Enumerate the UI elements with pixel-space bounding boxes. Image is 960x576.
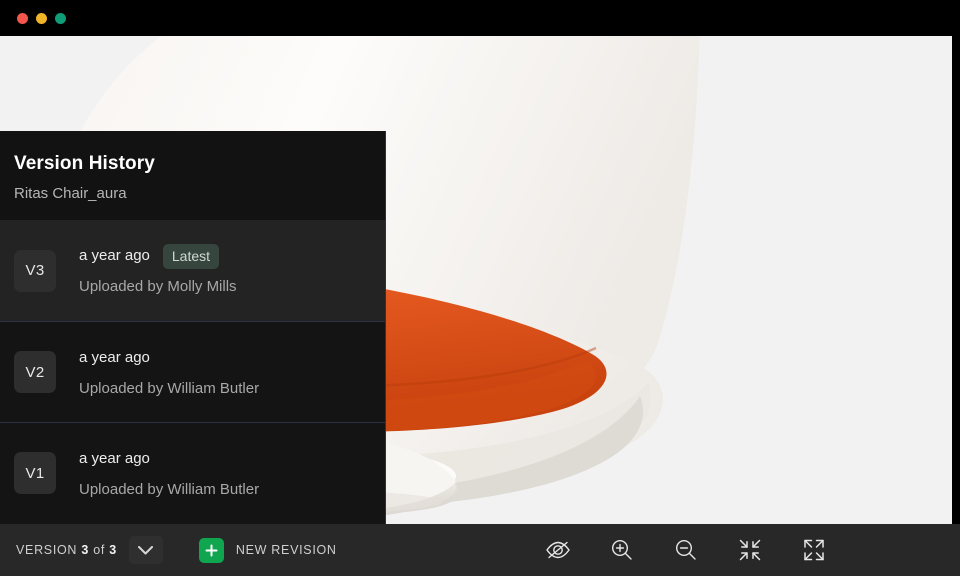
plus-icon [205, 544, 218, 556]
chevron-down-icon [138, 545, 154, 554]
page-title: Version History [14, 153, 155, 174]
version-badge: V3 [14, 249, 56, 292]
version-uploader: Uploaded by William Butler [79, 379, 260, 397]
version-meta-row: a year ago [79, 346, 259, 370]
version-badge: V2 [14, 351, 56, 393]
version-uploader: Uploaded by Molly Mills [79, 278, 237, 295]
version-list: V3 a year ago Latest Uploaded by Molly M… [0, 220, 385, 523]
version-timestamp: a year ago [79, 247, 150, 264]
version-uploader: Uploaded by William Butler [79, 480, 260, 498]
fit-button[interactable] [732, 534, 768, 566]
panel-header: Version History Ritas Chair_aura [0, 131, 385, 220]
version-timestamp: a year ago [79, 449, 150, 467]
version-info: a year ago Latest Uploaded by Molly Mill… [79, 243, 237, 297]
window-titlebar [0, 0, 960, 36]
zoom-out-icon [675, 539, 696, 560]
zoom-out-button[interactable] [668, 534, 704, 566]
plus-icon-box [198, 537, 224, 563]
version-info: a year ago Uploaded by William Butler [79, 346, 259, 399]
version-total-number: 3 [109, 543, 117, 557]
window-maximize-button[interactable] [55, 12, 66, 24]
version-list-item-v2[interactable]: V2 a year ago Uploaded by William Butler [0, 321, 385, 422]
version-info: a year ago Uploaded by William Butler [79, 447, 259, 500]
expand-icon [804, 539, 824, 561]
version-prefix-text: VERSION [16, 543, 78, 557]
version-history-panel: Version History Ritas Chair_aura V3 a ye… [0, 131, 386, 524]
bottom-toolbar: VERSION 3 of 3 NEW REVISION [0, 524, 960, 576]
fullscreen-button[interactable] [796, 534, 832, 566]
version-meta-row: a year ago [79, 447, 259, 471]
version-meta-row: a year ago Latest [79, 243, 237, 269]
window-minimize-button[interactable] [36, 12, 47, 24]
version-current-number: 3 [81, 543, 90, 557]
viewer-right-edge [952, 36, 960, 524]
version-list-item-v3[interactable]: V3 a year ago Latest Uploaded by Molly M… [0, 220, 385, 321]
zoom-in-button[interactable] [604, 534, 640, 566]
hide-button[interactable] [540, 534, 576, 566]
compress-icon [739, 539, 761, 561]
version-of-text: of [93, 543, 106, 557]
file-name: Ritas Chair_aura [14, 185, 127, 202]
new-revision-button[interactable]: NEW REVISION [198, 537, 337, 563]
window-close-button[interactable] [17, 12, 28, 24]
version-selector-label: VERSION 3 of 3 [16, 543, 117, 557]
toolbar-left-group: VERSION 3 of 3 NEW REVISION [0, 536, 337, 564]
toolbar-right-group [540, 534, 960, 566]
version-dropdown-button[interactable] [128, 536, 163, 564]
zoom-in-icon [611, 539, 632, 560]
version-badge: V1 [14, 452, 56, 494]
version-list-item-v1[interactable]: V1 a year ago Uploaded by William Butler [0, 422, 385, 523]
new-revision-label: NEW REVISION [235, 543, 337, 557]
version-timestamp: a year ago [79, 348, 150, 366]
app-window: Version History Ritas Chair_aura V3 a ye… [0, 0, 960, 576]
hide-eye-off-icon [546, 541, 570, 559]
status-badge: Latest [162, 243, 220, 269]
